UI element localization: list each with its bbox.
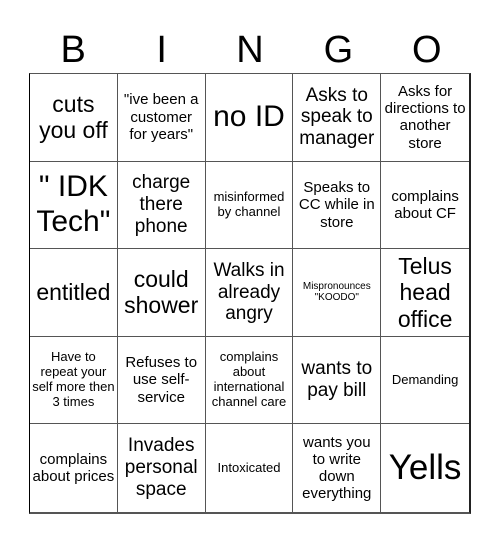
- bingo-cell[interactable]: misinformed by channel: [205, 161, 294, 250]
- bingo-cell[interactable]: Speaks to CC while in store: [293, 161, 382, 250]
- bingo-cell[interactable]: cuts you off: [30, 74, 118, 162]
- bingo-cell-text: Walks in already angry: [213, 259, 285, 325]
- bingo-cell-text: Asks for directions to another store: [384, 82, 466, 152]
- bingo-cell[interactable]: no ID: [205, 74, 294, 162]
- bingo-cell-text: Demanding: [391, 371, 459, 387]
- bingo-cell-text: wants you to write down everything: [302, 433, 372, 503]
- bingo-cell[interactable]: Refuses to use self-service: [117, 336, 206, 425]
- bingo-cell-text: " IDK Tech": [36, 170, 111, 238]
- bingo-grid: cuts you off "ive been a customer for yea…: [29, 73, 471, 514]
- bingo-cell[interactable]: Invades personal space: [118, 424, 206, 512]
- bingo-cell[interactable]: Asks to speak to manager: [293, 74, 382, 162]
- bingo-cell-text: misinformed by channel: [213, 188, 285, 219]
- bingo-cell-text: entitled: [36, 279, 111, 306]
- bingo-header: B I N G O: [29, 28, 471, 73]
- bingo-cell-text: Speaks to CC while in store: [298, 179, 375, 231]
- bingo-cell-text: Telus head office: [397, 252, 453, 332]
- bingo-cell-text: Yells: [388, 448, 462, 488]
- bingo-cell-text: cuts you off: [39, 90, 108, 144]
- bingo-cell-text: Asks to speak to manager: [299, 84, 375, 150]
- bingo-cell[interactable]: charge there phone: [117, 161, 206, 250]
- bingo-cell[interactable]: Demanding: [381, 337, 469, 425]
- bingo-cell-text: no ID: [213, 100, 285, 134]
- bingo-cell-text: could shower: [124, 266, 199, 319]
- bingo-cell-text: Mispronounces "KOODO": [302, 280, 371, 304]
- bingo-cell[interactable]: wants you to write down everything: [293, 424, 382, 512]
- bingo-cell-text: complains about CF: [391, 187, 459, 222]
- bingo-cell[interactable]: complains about CF: [381, 162, 469, 250]
- bingo-cell[interactable]: Mispronounces "KOODO": [293, 249, 382, 337]
- bingo-cell[interactable]: complains about prices: [30, 424, 118, 512]
- bingo-cell-text: Have to repeat your self more then 3 tim…: [32, 349, 115, 410]
- bingo-cell[interactable]: wants to pay bill: [293, 336, 382, 425]
- bingo-cell[interactable]: Have to repeat your self more then 3 tim…: [30, 336, 118, 425]
- bingo-cell[interactable]: "ive been a customer for years": [117, 74, 206, 162]
- bingo-cell-text: wants to pay bill: [301, 358, 373, 402]
- bingo-cell[interactable]: entitled: [30, 249, 118, 337]
- bingo-cell[interactable]: complains about international channel ca…: [205, 336, 294, 425]
- header-letter-i: I: [156, 29, 167, 71]
- bingo-cell[interactable]: " IDK Tech": [30, 161, 118, 250]
- bingo-cell-text: Invades personal space: [124, 435, 198, 501]
- bingo-cell[interactable]: Asks for directions to another store: [381, 74, 469, 162]
- header-letter-n: N: [236, 29, 264, 71]
- header-letter-o: O: [412, 29, 442, 71]
- bingo-cell[interactable]: Walks in already angry: [205, 249, 294, 337]
- bingo-cell-text: "ive been a customer for years": [123, 91, 199, 143]
- bingo-cell-text: Refuses to use self-service: [125, 354, 198, 406]
- bingo-cell-text: complains about international channel ca…: [211, 349, 287, 410]
- bingo-cell-text: Intoxicated: [217, 459, 281, 475]
- bingo-cell[interactable]: Intoxicated: [206, 424, 294, 512]
- header-letter-g: G: [323, 29, 354, 71]
- bingo-cell-text: charge there phone: [132, 172, 191, 237]
- bingo-cell[interactable]: Yells: [381, 424, 469, 512]
- bingo-cell[interactable]: Telus head office: [381, 249, 469, 337]
- bingo-cell-text: complains about prices: [32, 450, 115, 486]
- header-letter-b: B: [60, 29, 86, 71]
- bingo-cell[interactable]: could shower: [117, 249, 206, 337]
